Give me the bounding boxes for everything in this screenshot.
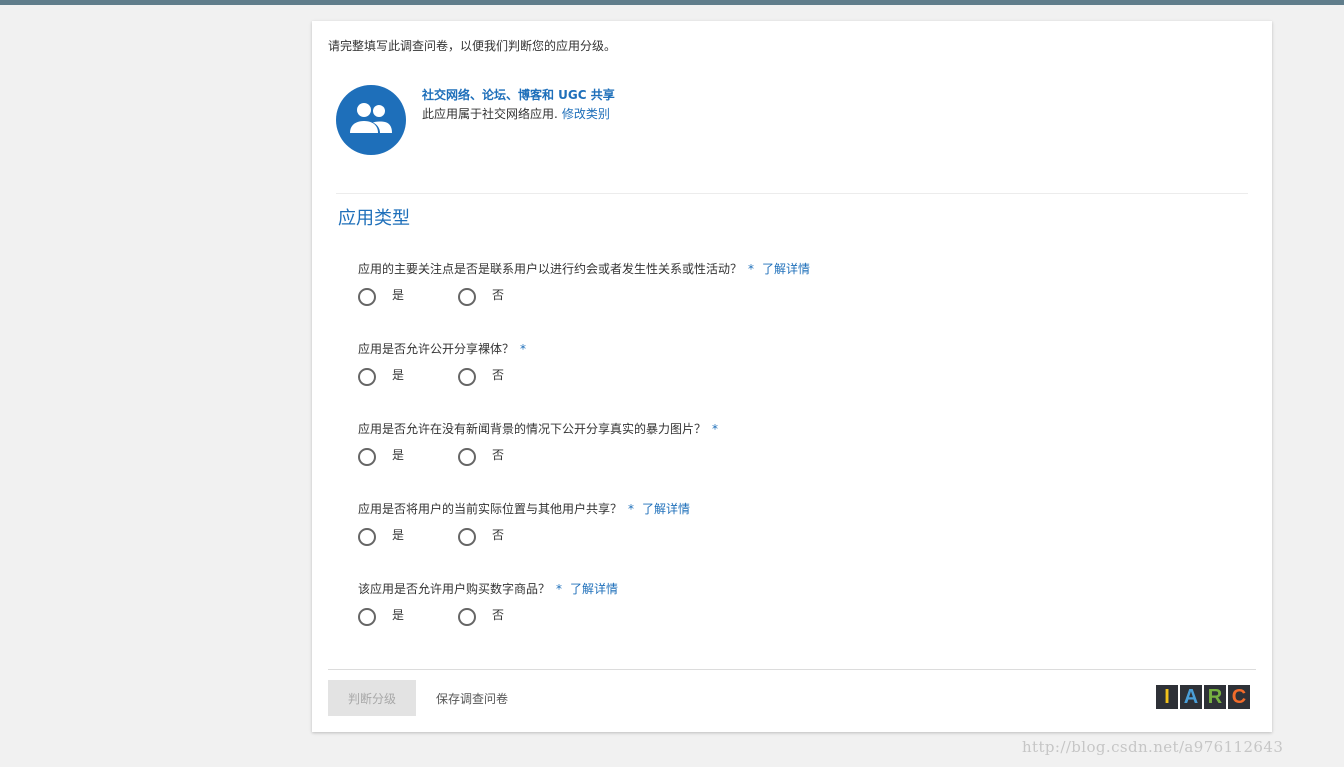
- yes-label: 是: [392, 447, 405, 462]
- no-option[interactable]: 否: [458, 448, 504, 466]
- no-label: 否: [492, 447, 505, 462]
- yes-option[interactable]: 是: [358, 288, 404, 306]
- change-category-link[interactable]: 修改类别: [562, 107, 610, 121]
- yes-radio[interactable]: [358, 368, 376, 386]
- footer-divider: [328, 669, 1256, 670]
- question-text-row: 应用是否允许公开分享裸体？ *: [358, 340, 526, 357]
- no-radio[interactable]: [458, 528, 476, 546]
- section-title: 应用类型: [338, 208, 410, 229]
- people-group-icon: [336, 85, 406, 155]
- question-location: 应用是否将用户的当前实际位置与其他用户共享？ * 了解详情 是 否: [358, 500, 690, 552]
- intro-text: 请完整填写此调查问卷，以便我们判断您的应用分级。: [328, 39, 617, 53]
- no-option[interactable]: 否: [458, 608, 504, 626]
- required-marker: *: [748, 262, 755, 276]
- yes-label: 是: [392, 367, 405, 382]
- question-text-row: 应用是否将用户的当前实际位置与其他用户共享？ * 了解详情: [358, 500, 690, 517]
- yes-label: 是: [392, 607, 405, 622]
- question-text-row: 应用的主要关注点是否是联系用户以进行约会或者发生性关系或性活动？ * 了解详情: [358, 260, 810, 277]
- question-text: 应用的主要关注点是否是联系用户以进行约会或者发生性关系或性活动？: [358, 262, 743, 276]
- question-digital-goods: 该应用是否允许用户购买数字商品？ * 了解详情 是 否: [358, 580, 618, 632]
- category-title: 社交网络、论坛、博客和 UGC 共享: [422, 88, 615, 102]
- iarc-letter-i: I: [1156, 685, 1178, 709]
- learn-more-link[interactable]: 了解详情: [642, 502, 690, 516]
- yes-option[interactable]: 是: [358, 448, 404, 466]
- no-radio[interactable]: [458, 288, 476, 306]
- yes-option[interactable]: 是: [358, 368, 404, 386]
- question-violence: 应用是否允许在没有新闻背景的情况下公开分享真实的暴力图片？ * 是 否: [358, 420, 718, 472]
- answer-options: 是 否: [358, 608, 618, 632]
- answer-options: 是 否: [358, 528, 690, 552]
- question-text: 应用是否允许公开分享裸体？: [358, 342, 515, 356]
- required-marker: *: [556, 582, 563, 596]
- category-description: 此应用属于社交网络应用. 修改类别: [422, 105, 610, 122]
- top-bar: [0, 0, 1344, 5]
- questionnaire-card: 请完整填写此调查问卷，以便我们判断您的应用分级。 社交网络、论坛、博客和 UGC…: [312, 21, 1272, 732]
- question-dating: 应用的主要关注点是否是联系用户以进行约会或者发生性关系或性活动？ * 了解详情 是 …: [358, 260, 810, 312]
- no-option[interactable]: 否: [458, 288, 504, 306]
- no-option[interactable]: 否: [458, 368, 504, 386]
- question-text-row: 应用是否允许在没有新闻背景的情况下公开分享真实的暴力图片？ *: [358, 420, 718, 437]
- yes-option[interactable]: 是: [358, 608, 404, 626]
- yes-label: 是: [392, 527, 405, 542]
- no-label: 否: [492, 527, 505, 542]
- no-radio[interactable]: [458, 608, 476, 626]
- answer-options: 是 否: [358, 368, 526, 392]
- learn-more-link[interactable]: 了解详情: [762, 262, 810, 276]
- question-nudity: 应用是否允许公开分享裸体？ * 是 否: [358, 340, 526, 392]
- required-marker: *: [712, 422, 719, 436]
- iarc-letter-a: A: [1180, 685, 1202, 709]
- no-label: 否: [492, 607, 505, 622]
- iarc-letter-c: C: [1228, 685, 1250, 709]
- iarc-letter-r: R: [1204, 685, 1226, 709]
- yes-option[interactable]: 是: [358, 528, 404, 546]
- yes-radio[interactable]: [358, 448, 376, 466]
- yes-radio[interactable]: [358, 288, 376, 306]
- question-text: 应用是否将用户的当前实际位置与其他用户共享？: [358, 502, 623, 516]
- category-description-text: 此应用属于社交网络应用.: [422, 107, 558, 121]
- required-marker: *: [520, 342, 527, 356]
- calculate-rating-button[interactable]: 判断分级: [328, 680, 416, 716]
- question-text: 应用是否允许在没有新闻背景的情况下公开分享真实的暴力图片？: [358, 422, 707, 436]
- yes-label: 是: [392, 287, 405, 302]
- no-label: 否: [492, 367, 505, 382]
- no-option[interactable]: 否: [458, 528, 504, 546]
- required-marker: *: [628, 502, 635, 516]
- answer-options: 是 否: [358, 288, 810, 312]
- watermark: http://blog.csdn.net/a976112643: [1022, 738, 1284, 756]
- answer-options: 是 否: [358, 448, 718, 472]
- question-text-row: 该应用是否允许用户购买数字商品？ * 了解详情: [358, 580, 618, 597]
- save-questionnaire-button[interactable]: 保存调查问卷: [426, 680, 518, 716]
- no-label: 否: [492, 287, 505, 302]
- no-radio[interactable]: [458, 368, 476, 386]
- question-text: 该应用是否允许用户购买数字商品？: [358, 582, 551, 596]
- learn-more-link[interactable]: 了解详情: [570, 582, 618, 596]
- yes-radio[interactable]: [358, 528, 376, 546]
- yes-radio[interactable]: [358, 608, 376, 626]
- section-divider: [336, 193, 1248, 194]
- no-radio[interactable]: [458, 448, 476, 466]
- iarc-logo: I A R C: [1156, 685, 1250, 709]
